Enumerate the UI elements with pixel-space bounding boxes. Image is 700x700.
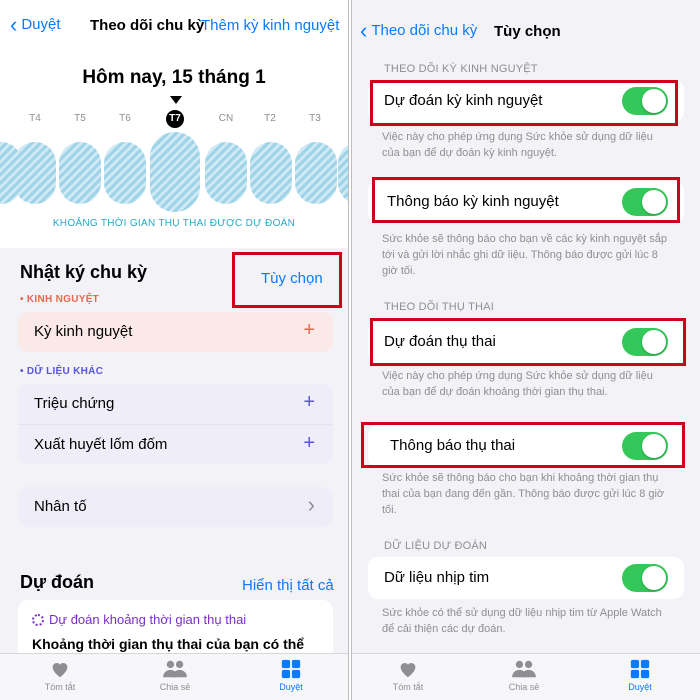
cycle-calendar: Hôm nay, 15 tháng 1 T4 T5 T6 T7 CN T2 T3: [0, 52, 348, 248]
highlight-box: [361, 422, 685, 468]
chevron-left-icon: ‹: [10, 11, 18, 37]
highlight-box: [370, 80, 678, 126]
plus-icon[interactable]: +: [303, 391, 315, 414]
heart-rate-description: Sức khỏe có thể sử dụng dữ liệu nhịp tim…: [382, 607, 662, 635]
tab-bar: Tóm tắt Chia sẻ Duyệt: [0, 653, 348, 700]
factors-row-label: Nhân tố: [34, 498, 87, 515]
prediction-card[interactable]: Dự đoán khoảng thời gian thụ thai Khoảng…: [18, 600, 333, 660]
tab-bar: Tóm tắt Chia sẻ Duyệt: [352, 653, 700, 700]
day-label[interactable]: CN: [213, 113, 239, 124]
fertile-day[interactable]: [250, 142, 292, 204]
fertile-day[interactable]: [205, 142, 247, 204]
plus-icon[interactable]: +: [303, 319, 315, 342]
toggle-knob: [642, 566, 666, 590]
tab-browse[interactable]: Duyệt: [610, 658, 670, 692]
other-data-category: • DỮ LIỆU KHÁC: [20, 366, 104, 377]
navigation-bar: ‹ Theo dõi chu kỳ Tùy chọn: [352, 0, 700, 60]
other-data-card: Triệu chứng + Xuất huyết lốm đốm +: [18, 384, 333, 464]
fertile-day[interactable]: [59, 142, 101, 204]
heart-rate-toggle[interactable]: [622, 564, 668, 592]
day-label-today[interactable]: T7: [166, 110, 184, 128]
period-row-label: Kỳ kinh nguyệt: [34, 323, 133, 340]
people-icon: [512, 660, 536, 678]
back-button[interactable]: ‹ Duyệt: [10, 11, 61, 37]
fertile-day[interactable]: [104, 142, 146, 204]
screenshot-root: ‹ Duyệt Theo dõi chu kỳ Thêm kỳ kinh ngu…: [0, 0, 700, 700]
people-icon: [163, 660, 187, 678]
tab-summary[interactable]: Tóm tắt: [378, 658, 438, 692]
weekday-strip: T4 T5 T6 T7 CN T2 T3: [0, 110, 348, 130]
panel-edge: [348, 0, 349, 700]
fertile-day[interactable]: [338, 142, 348, 204]
heart-rate-label: Dữ liệu nhịp tim: [384, 569, 490, 586]
prediction-card-title-row: Dự đoán khoảng thời gian thụ thai: [32, 612, 246, 627]
period-prediction-description: Việc này cho phép ứng dụng Sức khỏe sử d…: [382, 131, 653, 159]
heart-icon: [52, 663, 68, 678]
period-card: Kỳ kinh nguyệt +: [18, 312, 333, 352]
day-label[interactable]: T3: [302, 113, 328, 124]
spotting-row[interactable]: Xuất huyết lốm đốm +: [18, 424, 333, 464]
fertility-notification-description: Sức khỏe sẽ thông báo cho bạn khi khoảng…: [382, 472, 665, 516]
prediction-card-title: Dự đoán khoảng thời gian thụ thai: [49, 612, 247, 627]
fertility-tracking-header: THEO DÕI THỤ THAI: [384, 301, 494, 313]
period-row[interactable]: Kỳ kinh nguyệt +: [18, 312, 333, 352]
prediction-title: Dự đoán: [20, 572, 95, 592]
day-label[interactable]: T6: [112, 113, 138, 124]
loading-icon: [32, 613, 44, 626]
tab-sharing-label: Chia sẻ: [508, 682, 540, 692]
fertile-day-today[interactable]: [150, 132, 200, 212]
cycle-log: Nhật ký chu kỳ Tùy chọn • KINH NGUYỆT Kỳ…: [0, 250, 348, 550]
cycle-tracking-screen: ‹ Duyệt Theo dõi chu kỳ Thêm kỳ kinh ngu…: [0, 0, 348, 700]
tab-sharing-label: Chia sẻ: [159, 682, 191, 692]
highlight-box: [232, 252, 342, 308]
fertile-day[interactable]: [295, 142, 337, 204]
tab-sharing[interactable]: Chia sẻ: [145, 658, 205, 692]
fertile-window-label: KHOẢNG THỜI GIAN THỤ THAI ĐƯỢC DỰ ĐOÁN: [52, 218, 296, 229]
fertility-prediction-description: Việc này cho phép ứng dụng Sức khỏe sử d…: [382, 370, 653, 398]
period-notification-description: Sức khỏe sẽ thông báo cho bạn về các kỳ …: [382, 233, 667, 277]
page-title: Theo dõi chu kỳ: [90, 17, 205, 34]
spotting-row-label: Xuất huyết lốm đốm: [34, 436, 168, 453]
tab-browse[interactable]: Duyệt: [261, 658, 321, 692]
factors-card: Nhân tố ›: [18, 487, 333, 527]
prediction-card-body: Khoảng thời gian thụ thai của bạn có thể: [32, 636, 305, 652]
chevron-right-icon[interactable]: ›: [308, 492, 315, 518]
tab-summary-label: Tóm tắt: [44, 682, 76, 692]
cycle-log-title: Nhật ký chu kỳ: [20, 262, 148, 282]
back-label: Theo dõi chu kỳ: [371, 22, 478, 39]
day-label[interactable]: T5: [67, 113, 93, 124]
symptoms-row[interactable]: Triệu chứng +: [18, 384, 333, 424]
page-title: Tùy chọn: [494, 23, 561, 40]
options-screen: ‹ Theo dõi chu kỳ Tùy chọn THEO DÕI KỲ K…: [352, 0, 700, 700]
day-label[interactable]: T2: [257, 113, 283, 124]
tab-browse-label: Duyệt: [279, 682, 303, 692]
period-category: • KINH NGUYỆT: [20, 294, 100, 305]
tab-summary[interactable]: Tóm tắt: [30, 658, 90, 692]
today-label: Hôm nay, 15 tháng 1: [82, 67, 266, 88]
tab-summary-label: Tóm tắt: [392, 682, 424, 692]
highlight-box: [370, 318, 686, 366]
period-tracking-header: THEO DÕI KỲ KINH NGUYỆT: [384, 63, 538, 75]
chevron-left-icon: ‹: [360, 17, 368, 43]
grid-icon: [281, 659, 301, 679]
back-button[interactable]: ‹ Theo dõi chu kỳ: [360, 17, 478, 43]
tab-browse-label: Duyệt: [628, 682, 652, 692]
heart-icon: [400, 663, 416, 678]
back-label: Duyệt: [21, 16, 61, 33]
heart-rate-row: Dữ liệu nhịp tim: [368, 557, 684, 599]
show-all-link[interactable]: Hiển thị tất cả: [242, 577, 334, 594]
fertile-day[interactable]: [14, 142, 56, 204]
prediction-data-header: DỮ LIỆU DỰ ĐOÁN: [384, 540, 488, 552]
symptoms-row-label: Triệu chứng: [34, 395, 115, 412]
highlight-box: [372, 177, 680, 223]
navigation-bar: ‹ Duyệt Theo dõi chu kỳ Thêm kỳ kinh ngu…: [0, 0, 348, 52]
fertile-window-days: [0, 132, 348, 212]
plus-icon[interactable]: +: [303, 432, 315, 455]
today-marker-icon: [170, 96, 182, 104]
day-label[interactable]: T4: [22, 113, 48, 124]
add-period-button[interactable]: Thêm kỳ kinh nguyệt: [201, 17, 339, 34]
grid-icon: [630, 659, 650, 679]
tab-sharing[interactable]: Chia sẻ: [494, 658, 554, 692]
factors-row[interactable]: Nhân tố ›: [18, 487, 333, 527]
